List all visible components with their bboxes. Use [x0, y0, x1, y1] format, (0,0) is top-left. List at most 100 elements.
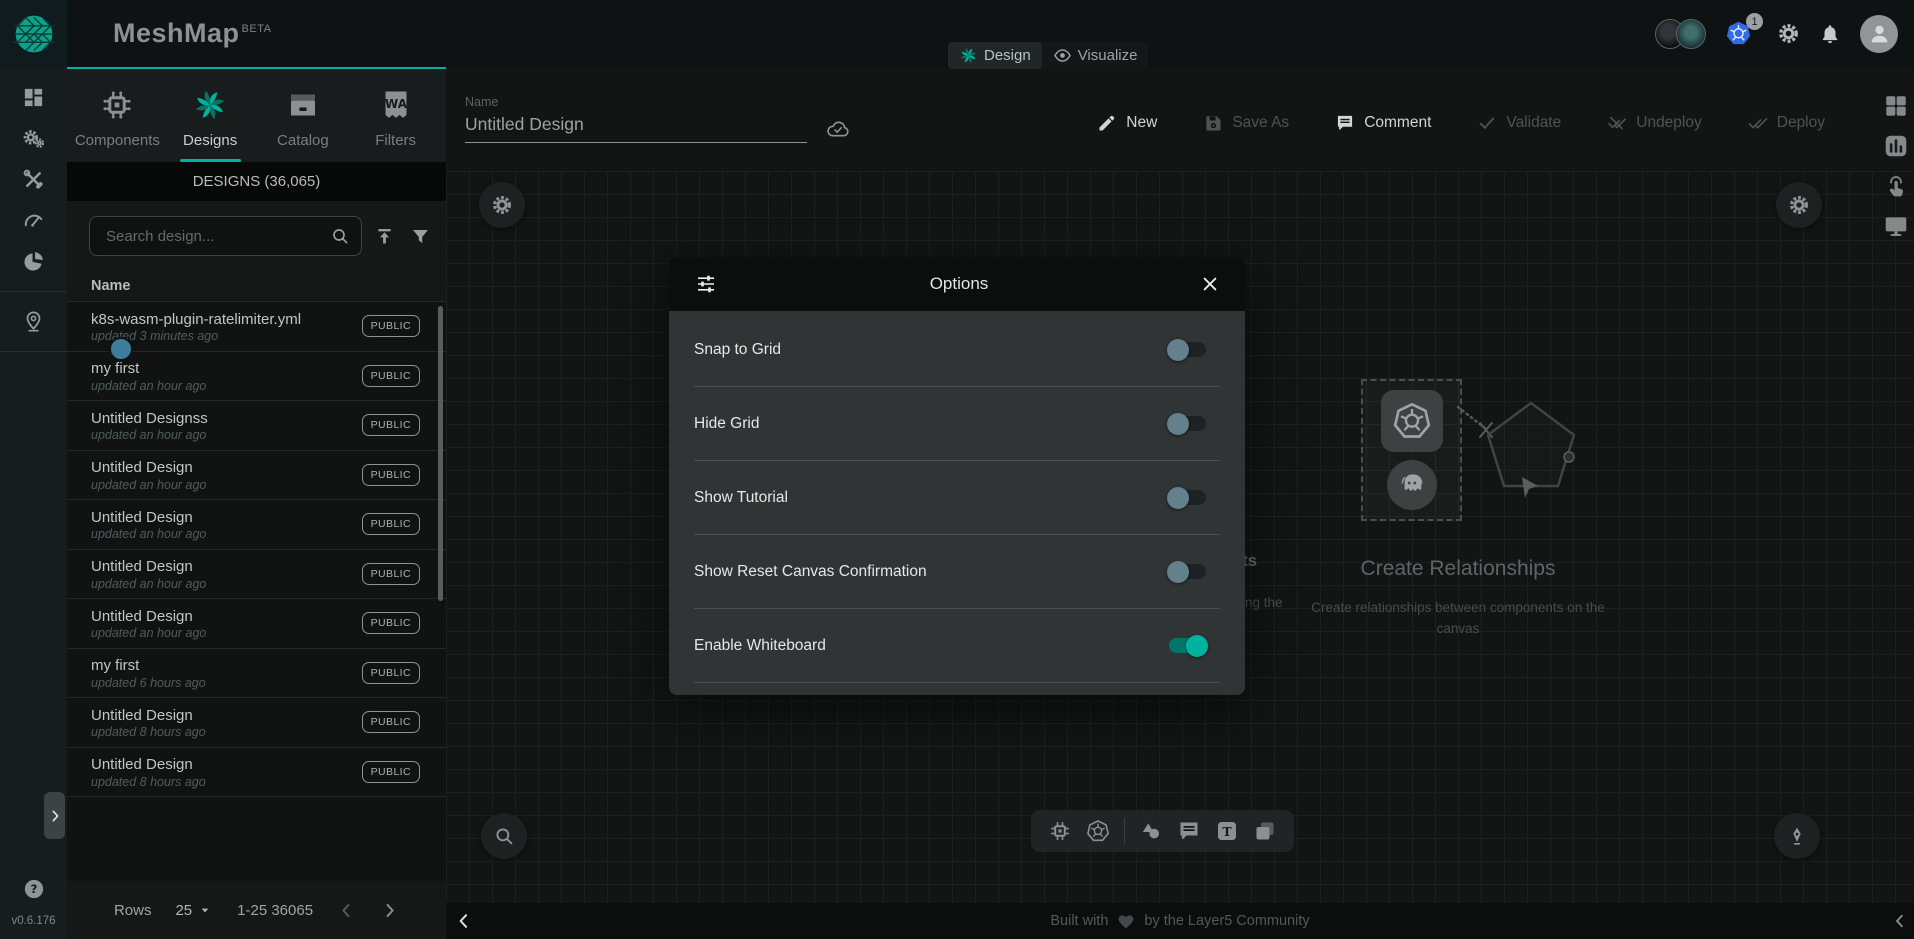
profile-avatar[interactable] — [1860, 15, 1898, 53]
design-row-text: Untitled Designupdated 8 hours ago — [91, 755, 206, 789]
design-row[interactable]: Untitled Designupdated an hour agoPUBLIC — [67, 550, 446, 600]
design-updated: updated an hour ago — [91, 379, 206, 393]
collaborator-avatars — [1655, 19, 1706, 49]
cloud-saved-icon — [825, 116, 851, 142]
gauge-icon — [22, 209, 45, 232]
validate-button[interactable]: Validate — [1471, 112, 1567, 134]
nav-configuration[interactable] — [0, 159, 67, 200]
nav-meshmap[interactable] — [0, 301, 67, 342]
close-icon — [1200, 274, 1220, 294]
nav-lifecycle[interactable] — [0, 118, 67, 159]
canvas-settings-fab[interactable] — [479, 182, 525, 228]
design-row[interactable]: Untitled Designssupdated an hour agoPUBL… — [67, 401, 446, 451]
design-name: Untitled Design — [91, 706, 206, 726]
dock-display[interactable] — [1883, 213, 1909, 239]
action-label: New — [1126, 114, 1157, 132]
tool-media[interactable] — [1253, 819, 1277, 843]
context-count-badge: 1 — [1746, 13, 1763, 30]
canvas-toolbar: New Save As Comment Validate Undeploy Deploy — [1091, 112, 1831, 134]
save-as-button[interactable]: Save As — [1197, 112, 1295, 134]
tools-icon — [22, 168, 45, 191]
gear-icon — [1788, 194, 1810, 216]
tab-catalog[interactable]: Catalog — [257, 81, 350, 162]
layer5-logo[interactable] — [0, 0, 67, 67]
design-name: Untitled Design — [91, 508, 206, 528]
options-modal-header[interactable]: Options — [669, 257, 1245, 311]
zoom-fab[interactable] — [481, 813, 527, 859]
kubernetes-outline-icon — [1392, 401, 1432, 441]
design-name: my first — [91, 359, 206, 379]
tab-designs[interactable]: Designs — [164, 81, 257, 162]
search-input[interactable] — [104, 227, 330, 246]
design-row[interactable]: Untitled Designupdated 8 hours agoPUBLIC — [67, 698, 446, 748]
top-header: MeshMapBETA DesignVisualize 1 — [0, 0, 1914, 67]
tool-shapes[interactable] — [1139, 819, 1163, 843]
design-row[interactable]: Untitled Designupdated 8 hours agoPUBLIC — [67, 748, 446, 798]
import-design-button[interactable] — [371, 223, 398, 250]
tool-kubernetes[interactable] — [1086, 819, 1110, 843]
collapse-panel-button[interactable] — [454, 911, 474, 931]
check-icon — [1477, 113, 1497, 133]
tool-components[interactable] — [1048, 819, 1072, 843]
expand-nav-button[interactable] — [44, 792, 65, 839]
collaborator-avatar-2[interactable] — [1676, 19, 1706, 49]
funnel-icon — [410, 226, 431, 247]
grid4-icon — [1883, 93, 1909, 119]
dock-metrics[interactable] — [1883, 133, 1909, 159]
search-icon — [493, 825, 515, 847]
close-modal-button[interactable] — [1200, 274, 1220, 294]
app-title: MeshMapBETA — [113, 18, 271, 49]
draw-tool-fab[interactable] — [1774, 813, 1820, 859]
help-button[interactable] — [23, 878, 45, 900]
toggle-show-reset-canvas-confirmation[interactable] — [1169, 564, 1206, 579]
dock-widgets[interactable] — [1883, 93, 1909, 119]
deploy-button[interactable]: Deploy — [1742, 112, 1831, 134]
design-row[interactable]: Untitled Designupdated an hour agoPUBLIC — [67, 451, 446, 501]
next-page-button[interactable] — [380, 901, 399, 920]
canvas-preferences-fab[interactable] — [1776, 182, 1822, 228]
tool-text[interactable] — [1215, 819, 1239, 843]
onboarding-figure — [1308, 367, 1608, 527]
footer-text-prefix: Built with — [1050, 913, 1108, 929]
settings-button[interactable] — [1777, 22, 1800, 45]
scrollbar[interactable] — [438, 306, 443, 601]
design-row-text: my firstupdated an hour ago — [91, 359, 206, 393]
previous-page-button[interactable] — [337, 901, 356, 920]
toggle-snap-to-grid[interactable] — [1169, 342, 1206, 357]
option-row-snap-to-grid: Snap to Grid — [694, 313, 1220, 387]
new-button[interactable]: New — [1091, 112, 1163, 134]
panel-tabs: ComponentsDesignsCatalogFilters — [67, 69, 446, 162]
design-row-text: Untitled Designupdated 8 hours ago — [91, 706, 206, 740]
comment-button[interactable]: Comment — [1329, 112, 1437, 134]
toggle-show-tutorial[interactable] — [1169, 490, 1206, 505]
kubernetes-context-button[interactable]: 1 — [1725, 20, 1752, 47]
filter-button[interactable] — [407, 223, 434, 250]
expand-right-panel-button[interactable] — [1891, 912, 1909, 930]
tab-filters[interactable]: Filters — [349, 81, 442, 162]
rows-per-page-select[interactable]: 25 — [175, 902, 213, 919]
toggle-enable-whiteboard[interactable] — [1169, 638, 1206, 653]
component-group-box — [1361, 379, 1462, 521]
mode-tab-visualize[interactable]: Visualize — [1042, 42, 1149, 69]
tab-label: Components — [75, 132, 160, 149]
nav-extensions[interactable] — [0, 241, 67, 282]
undeploy-button[interactable]: Undeploy — [1601, 112, 1708, 134]
design-row[interactable]: k8s-wasm-plugin-ratelimiter.ymlupdated 3… — [67, 302, 446, 352]
relationship-illustration — [1456, 395, 1606, 555]
squid-component-tile — [1387, 460, 1437, 510]
design-row[interactable]: Untitled Designupdated an hour agoPUBLIC — [67, 500, 446, 550]
notifications-button[interactable] — [1819, 23, 1841, 45]
nav-performance[interactable] — [0, 200, 67, 241]
nav-dashboard[interactable] — [0, 77, 67, 118]
option-row-hide-grid: Hide Grid — [694, 387, 1220, 461]
design-row[interactable]: my firstupdated 6 hours agoPUBLIC — [67, 649, 446, 699]
design-name-input[interactable] — [465, 112, 807, 143]
tool-comment[interactable] — [1177, 819, 1201, 843]
designs-icon — [959, 46, 978, 65]
tab-components[interactable]: Components — [71, 81, 164, 162]
design-row[interactable]: Untitled Designupdated an hour agoPUBLIC — [67, 599, 446, 649]
mode-tab-design[interactable]: Design — [948, 42, 1042, 69]
search-row — [67, 201, 446, 265]
dock-interact[interactable] — [1883, 173, 1909, 199]
toggle-hide-grid[interactable] — [1169, 416, 1206, 431]
